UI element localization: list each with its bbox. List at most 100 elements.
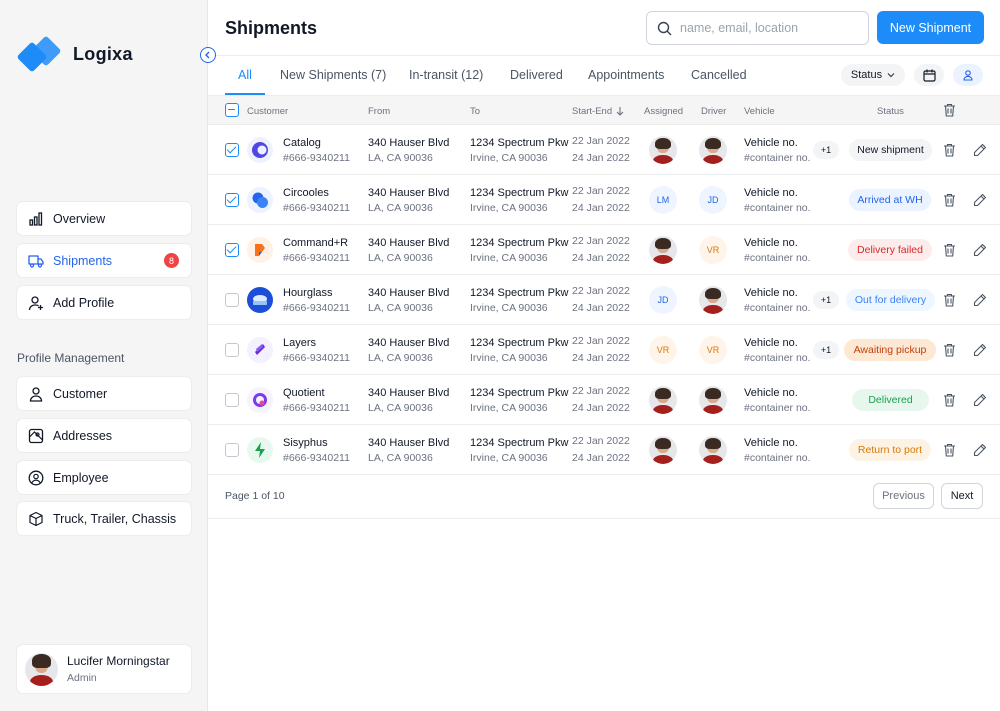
vehicle-no: Vehicle no. — [744, 337, 798, 349]
table-row[interactable]: Quotient #666-9340211 340 Hauser Blvd LA… — [208, 375, 1000, 425]
tab-all[interactable]: All — [238, 68, 252, 82]
nav-overview[interactable]: Overview — [17, 202, 191, 235]
delete-row-button[interactable] — [943, 293, 956, 312]
row-checkbox[interactable] — [225, 393, 239, 407]
customer-id: #666-9340211 — [283, 352, 350, 364]
from-street: 340 Hauser Blvd — [368, 137, 450, 149]
company-logo-icon — [247, 337, 273, 363]
col-to: To — [470, 106, 481, 117]
trash-icon — [944, 443, 955, 457]
previous-button[interactable]: Previous — [873, 483, 934, 509]
status-badge: Arrived at WH — [849, 189, 931, 211]
row-checkbox[interactable] — [225, 243, 239, 257]
col-driver: Driver — [701, 106, 727, 117]
next-button[interactable]: Next — [941, 483, 983, 509]
tab-delivered[interactable]: Delivered — [510, 68, 563, 82]
trash-icon — [944, 103, 955, 117]
vehicle-no: Vehicle no. — [744, 137, 798, 149]
assigned-initials: JD — [649, 286, 677, 314]
delete-row-button[interactable] — [943, 243, 956, 262]
col-customer: Customer — [247, 106, 289, 117]
new-shipment-button[interactable]: New Shipment — [877, 11, 984, 44]
app-name: Logixa — [73, 43, 133, 64]
table-row[interactable]: Layers #666-9340211 340 Hauser Blvd LA, … — [208, 325, 1000, 375]
tab-cancelled[interactable]: Cancelled — [691, 68, 747, 82]
vehicle-no: Vehicle no. — [744, 237, 798, 249]
driver-avatar — [699, 436, 727, 464]
nav-add-profile[interactable]: Add Profile — [17, 286, 191, 319]
table-row[interactable]: Command+R #666-9340211 340 Hauser Blvd L… — [208, 225, 1000, 275]
user-filter-button[interactable] — [953, 64, 983, 86]
page-info: Page 1 of 10 — [225, 490, 285, 502]
from-city: LA, CA 90036 — [368, 402, 433, 414]
more-vehicles-badge[interactable]: +1 — [813, 341, 839, 359]
user-icon — [28, 386, 44, 402]
nav-customer[interactable]: Customer — [17, 377, 191, 410]
customer-name: Circooles — [283, 187, 329, 199]
nav-overview-label: Overview — [53, 211, 106, 226]
row-checkbox[interactable] — [225, 143, 239, 157]
start-date: 22 Jan 2022 — [572, 285, 630, 297]
vehicle-no: Vehicle no. — [744, 437, 798, 449]
more-vehicles-badge[interactable]: +1 — [813, 291, 839, 309]
row-checkbox[interactable] — [225, 443, 239, 457]
to-city: Irvine, CA 90036 — [470, 202, 548, 214]
end-date: 24 Jan 2022 — [572, 352, 630, 364]
nav-addresses[interactable]: Addresses — [17, 419, 191, 452]
tab-in-transit[interactable]: In-transit (12) — [409, 68, 483, 82]
nav-shipments[interactable]: Shipments 8 — [17, 244, 191, 277]
to-street: 1234 Spectrum Pkw — [470, 187, 569, 199]
tab-new-shipments[interactable]: New Shipments (7) — [280, 68, 386, 82]
nav-truck-trailer-chassis[interactable]: Truck, Trailer, Chassis — [17, 502, 191, 535]
table-row[interactable]: Sisyphus #666-9340211 340 Hauser Blvd LA… — [208, 425, 1000, 475]
edit-row-button[interactable] — [973, 393, 987, 412]
bulk-delete-button[interactable] — [943, 103, 956, 122]
delete-row-button[interactable] — [943, 343, 956, 362]
nav-employee[interactable]: Employee — [17, 461, 191, 494]
start-date: 22 Jan 2022 — [572, 235, 630, 247]
vehicle-no: Vehicle no. — [744, 387, 798, 399]
to-city: Irvine, CA 90036 — [470, 252, 548, 264]
end-date: 24 Jan 2022 — [572, 202, 630, 214]
search-input[interactable] — [680, 21, 860, 35]
calendar-filter-button[interactable] — [914, 64, 944, 86]
container-no: #container no. — [744, 452, 811, 464]
edit-row-button[interactable] — [973, 343, 987, 362]
edit-row-button[interactable] — [973, 443, 987, 462]
delete-row-button[interactable] — [943, 143, 956, 162]
row-checkbox[interactable] — [225, 343, 239, 357]
to-street: 1234 Spectrum Pkw — [470, 237, 569, 249]
more-vehicles-badge[interactable]: +1 — [813, 141, 839, 159]
driver-avatar — [699, 136, 727, 164]
edit-row-button[interactable] — [973, 293, 987, 312]
to-city: Irvine, CA 90036 — [470, 452, 548, 464]
customer-id: #666-9340211 — [283, 202, 350, 214]
delete-row-button[interactable] — [943, 193, 956, 212]
box-icon — [28, 511, 44, 527]
row-checkbox[interactable] — [225, 193, 239, 207]
delete-row-button[interactable] — [943, 443, 956, 462]
edit-row-button[interactable] — [973, 143, 987, 162]
table-row[interactable]: Catalog #666-9340211 340 Hauser Blvd LA,… — [208, 125, 1000, 175]
edit-row-button[interactable] — [973, 193, 987, 212]
from-street: 340 Hauser Blvd — [368, 387, 450, 399]
driver-initials: VR — [699, 336, 727, 364]
user-profile-card[interactable]: Lucifer Morningstar Admin — [17, 645, 191, 693]
row-checkbox[interactable] — [225, 293, 239, 307]
search-box[interactable] — [646, 11, 869, 45]
collapse-sidebar-button[interactable] — [200, 47, 216, 63]
col-start-end[interactable]: Start-End — [572, 106, 624, 117]
delete-row-button[interactable] — [943, 393, 956, 412]
customer-id: #666-9340211 — [283, 302, 350, 314]
status-filter-dropdown[interactable]: Status — [841, 64, 905, 86]
table-row[interactable]: Circooles #666-9340211 340 Hauser Blvd L… — [208, 175, 1000, 225]
table-row[interactable]: Hourglass #666-9340211 340 Hauser Blvd L… — [208, 275, 1000, 325]
pencil-icon — [973, 243, 987, 257]
to-street: 1234 Spectrum Pkw — [470, 437, 569, 449]
trash-icon — [944, 243, 955, 257]
tab-appointments[interactable]: Appointments — [588, 68, 664, 82]
select-all-checkbox[interactable] — [225, 103, 239, 117]
logo[interactable]: Logixa — [17, 36, 133, 72]
edit-row-button[interactable] — [973, 243, 987, 262]
customer-name: Hourglass — [283, 287, 333, 299]
